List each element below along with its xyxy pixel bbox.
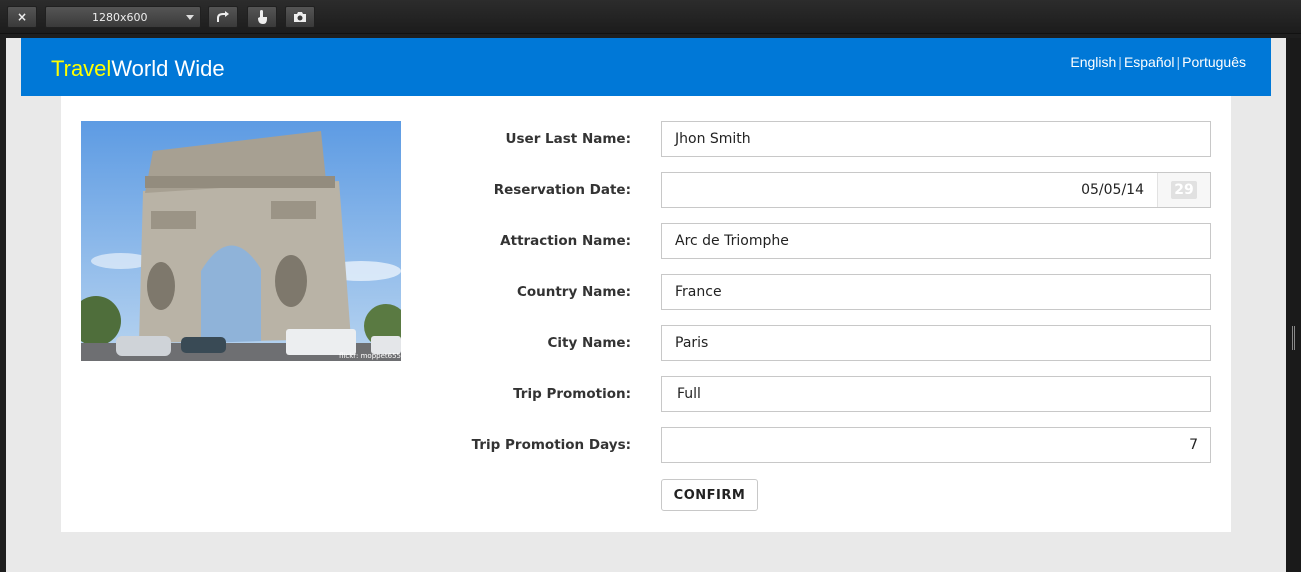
lang-spanish[interactable]: Español — [1124, 54, 1175, 70]
country-name-label: Country Name: — [516, 284, 631, 300]
touch-icon — [258, 9, 267, 24]
emulator-toolbar: × 1280x600 — [0, 0, 1301, 34]
promotion-days-label: Trip Promotion Days: — [471, 437, 631, 453]
rotate-button[interactable] — [208, 6, 238, 28]
attraction-name-label: Attraction Name: — [500, 233, 631, 249]
reservation-date-input[interactable]: 05/05/14 29 — [661, 172, 1211, 208]
resize-handle[interactable] — [1292, 326, 1295, 350]
attraction-name-input[interactable]: Arc de Triomphe — [661, 223, 1211, 259]
last-name-input[interactable]: Jhon Smith — [661, 121, 1211, 157]
last-name-label: User Last Name: — [505, 131, 631, 147]
last-name-value: Jhon Smith — [675, 131, 751, 147]
resolution-select[interactable]: 1280x600 — [45, 6, 201, 28]
site-header: TravelWorld Wide English | Español | Portugu… — [21, 38, 1271, 96]
city-name-label: City Name: — [547, 335, 631, 351]
reservation-date-label: Reservation Date: — [493, 182, 631, 198]
attraction-name-value: Arc de Triomphe — [675, 233, 789, 249]
camera-icon — [294, 12, 306, 22]
city-name-input[interactable]: Paris — [661, 325, 1211, 361]
confirm-button[interactable]: CONFIRM — [661, 479, 758, 511]
chevron-down-icon — [186, 15, 194, 20]
calendar-button[interactable]: 29 — [1157, 173, 1210, 207]
close-icon: × — [16, 10, 28, 24]
lang-portuguese[interactable]: Português — [1182, 54, 1246, 70]
promotion-days-input[interactable]: 7 — [661, 427, 1211, 463]
trip-promotion-select[interactable]: Full — [661, 376, 1211, 412]
photo-credit: flickr: moppet65535 — [339, 352, 401, 360]
promotion-days-value: 7 — [1189, 437, 1198, 453]
country-name-value: France — [675, 284, 722, 300]
screenshot-button[interactable] — [285, 6, 315, 28]
trip-promotion-value: Full — [677, 386, 701, 402]
scrollbar[interactable] — [1286, 38, 1301, 572]
close-button[interactable]: × — [7, 6, 37, 28]
language-switcher: English | Español | Português — [1070, 54, 1246, 70]
calendar-icon: 29 — [1171, 181, 1197, 199]
attraction-photo: flickr: moppet65535 — [81, 121, 401, 361]
resolution-value: 1280x600 — [92, 10, 148, 24]
touch-button[interactable] — [247, 6, 277, 28]
brand-accent: Travel — [51, 56, 112, 81]
country-name-input[interactable]: France — [661, 274, 1211, 310]
reservation-date-value: 05/05/14 — [1081, 182, 1144, 198]
rotate-icon — [217, 11, 229, 22]
reservation-panel: flickr: moppet65535 User Last Name: Jhon… — [61, 96, 1231, 532]
site-logo[interactable]: TravelWorld Wide — [51, 56, 225, 82]
brand-rest: World Wide — [111, 56, 225, 81]
trip-promotion-label: Trip Promotion: — [513, 386, 631, 402]
city-name-value: Paris — [675, 335, 709, 351]
lang-english[interactable]: English — [1070, 54, 1116, 70]
emulated-viewport: TravelWorld Wide English | Español | Portugu… — [6, 38, 1286, 572]
